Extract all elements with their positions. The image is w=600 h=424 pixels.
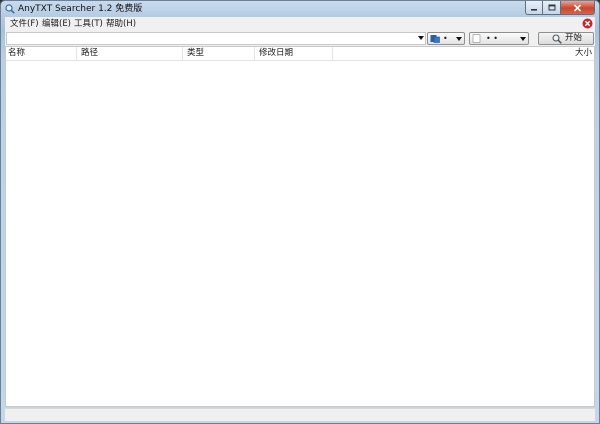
column-name[interactable]: 名称 bbox=[6, 47, 77, 60]
menu-tools[interactable]: 工具(T) bbox=[74, 18, 103, 30]
maximize-icon bbox=[548, 4, 555, 11]
file-type-value: • bbox=[443, 34, 448, 43]
query-input[interactable] bbox=[6, 32, 426, 45]
date-icon bbox=[472, 34, 481, 43]
date-range-combo[interactable]: • • bbox=[469, 32, 529, 45]
app-window: AnyTXT Searcher 1.2 免费版 文件(F) 编辑(E) 工具(T… bbox=[0, 0, 600, 424]
dropdown-arrow-icon bbox=[520, 37, 526, 41]
maximize-button[interactable] bbox=[543, 1, 561, 15]
search-icon bbox=[552, 34, 562, 44]
column-modified-date[interactable]: 修改日期 bbox=[255, 47, 333, 60]
title-bar[interactable]: AnyTXT Searcher 1.2 免费版 bbox=[1, 1, 599, 17]
results-list[interactable]: 名称 路径 类型 修改日期 大小 bbox=[5, 46, 595, 407]
list-header: 名称 路径 类型 修改日期 大小 bbox=[6, 47, 594, 61]
column-path[interactable]: 路径 bbox=[77, 47, 183, 60]
dropdown-arrow-icon[interactable] bbox=[418, 36, 424, 40]
window-title: AnyTXT Searcher 1.2 免费版 bbox=[18, 4, 143, 14]
menu-file[interactable]: 文件(F) bbox=[10, 18, 39, 30]
column-type[interactable]: 类型 bbox=[183, 47, 255, 60]
close-button[interactable] bbox=[561, 1, 595, 15]
file-type-icon bbox=[430, 35, 440, 43]
list-body[interactable] bbox=[6, 61, 594, 406]
caption-buttons bbox=[525, 1, 595, 15]
minimize-button[interactable] bbox=[525, 1, 543, 15]
menu-bar: 文件(F) 编辑(E) 工具(T) 帮助(H) bbox=[5, 17, 595, 31]
close-icon bbox=[573, 3, 582, 12]
column-size[interactable]: 大小 bbox=[333, 47, 594, 60]
date-range-value: • • bbox=[486, 34, 498, 43]
minimize-icon bbox=[531, 8, 537, 11]
menu-help[interactable]: 帮助(H) bbox=[106, 18, 136, 30]
search-toolbar: • • • 开始 bbox=[5, 31, 595, 46]
menu-edit[interactable]: 编辑(E) bbox=[42, 18, 71, 30]
menu-close-icon[interactable] bbox=[582, 18, 593, 29]
app-icon bbox=[5, 4, 15, 14]
search-button-label: 开始 bbox=[565, 33, 583, 43]
file-type-combo[interactable]: • bbox=[427, 32, 465, 45]
status-bar bbox=[5, 408, 595, 421]
dropdown-arrow-icon bbox=[456, 37, 462, 41]
search-button[interactable]: 开始 bbox=[538, 32, 594, 45]
